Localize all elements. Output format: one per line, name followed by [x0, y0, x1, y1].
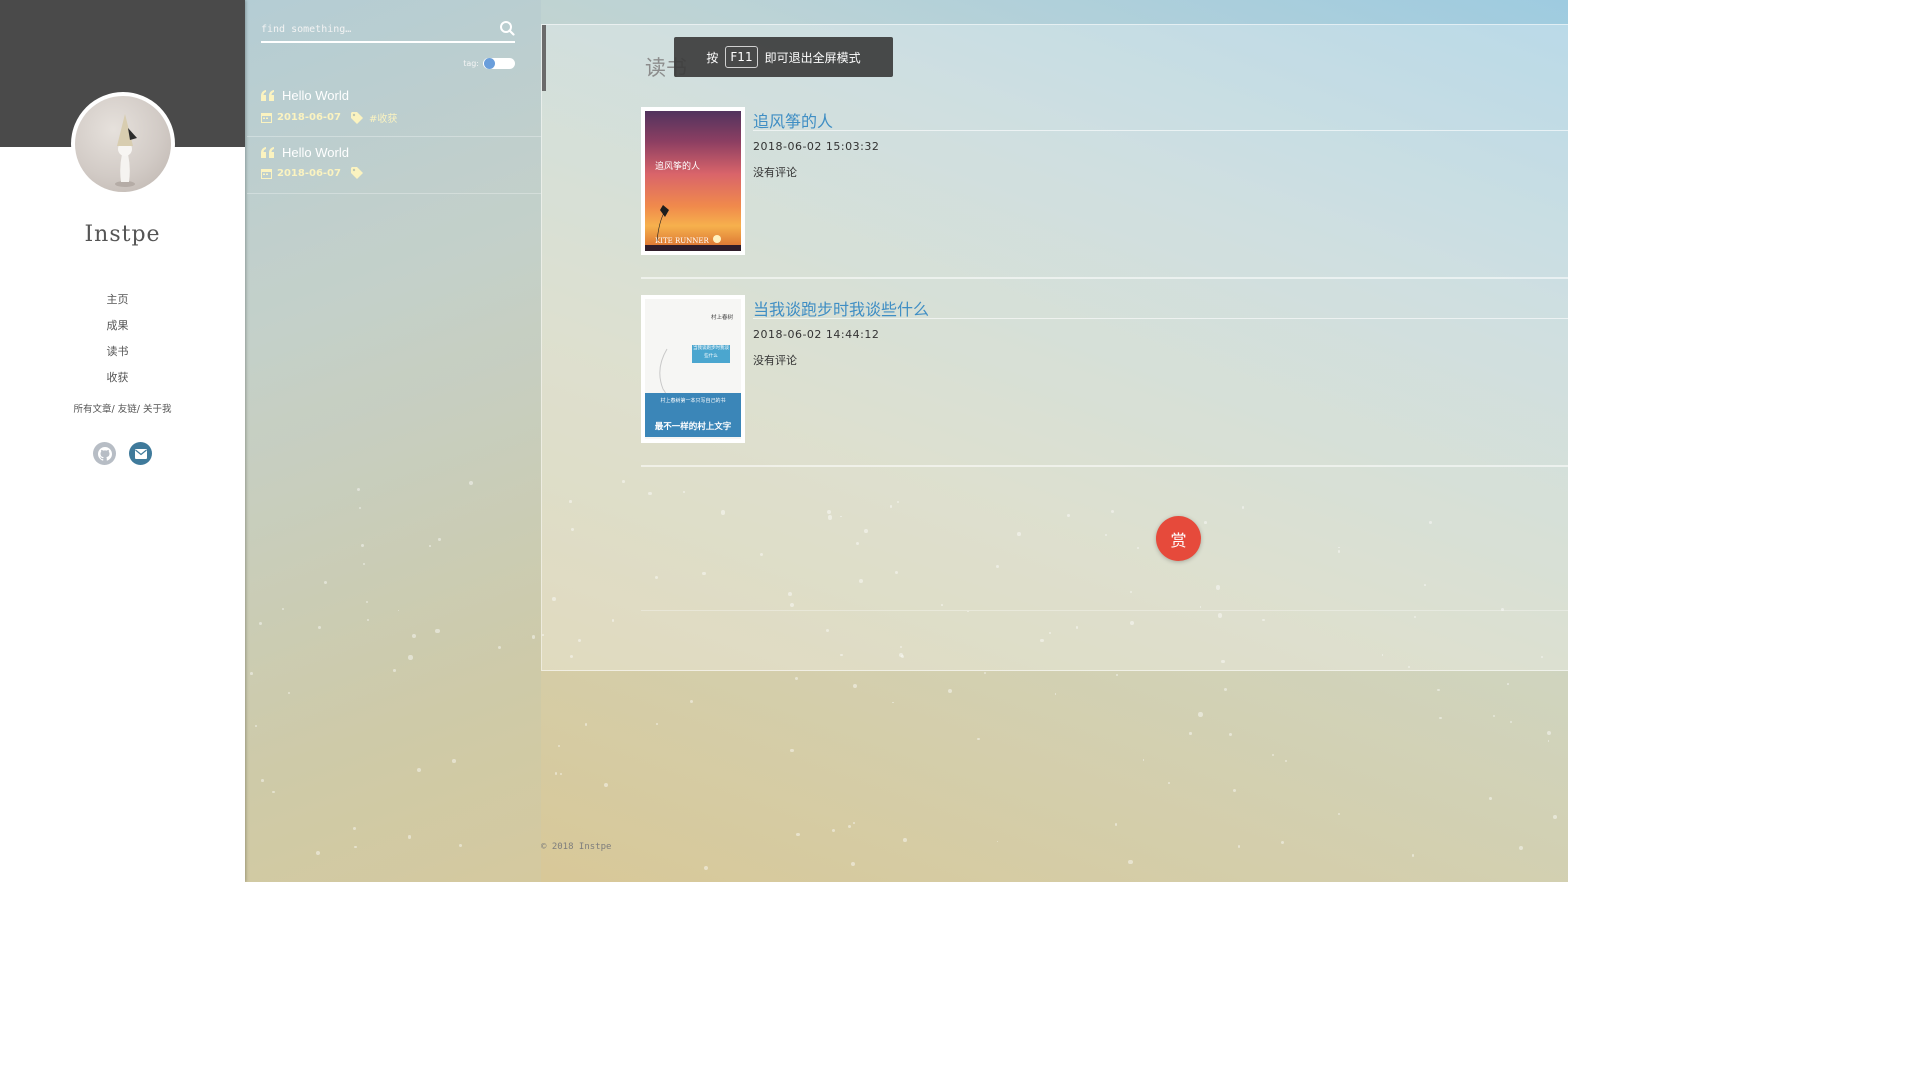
post-meta: 2018-06-07 #收获 [261, 110, 397, 125]
github-icon [97, 446, 112, 461]
avatar[interactable] [71, 92, 175, 196]
mail-button[interactable] [129, 442, 152, 465]
post-title[interactable]: Hello World [282, 145, 349, 160]
reward-button[interactable]: 赏 [1156, 516, 1201, 561]
book-comments[interactable]: 没有评论 [753, 352, 797, 368]
post-meta: 2018-06-07 [261, 167, 369, 179]
cover-blurb: 村上春树第一本只写自己的书 [660, 398, 726, 404]
book-cover[interactable]: 追风筝的人 KITE RUNNER [641, 107, 745, 255]
cover-tagline: 最不一样的村上文字 [654, 422, 732, 432]
book-title-link[interactable]: 追风筝的人 [753, 108, 1568, 131]
nav-item-achievements[interactable]: 成果 [0, 317, 235, 343]
post-list-item[interactable]: Hello World 2018-06-07 [247, 137, 541, 194]
book-entry: 追风筝的人 KITE RUNNER 追风筝的人 2018-06-02 15:03… [641, 103, 1568, 279]
cover-band: 村上春树第一本只写自己的书 最不一样的村上文字 [645, 393, 741, 437]
post-list-item[interactable]: Hello World 2018-06-07 #收获 [247, 80, 541, 137]
link-separator: / [136, 404, 140, 415]
tag-toggle[interactable] [483, 57, 515, 69]
book-comments[interactable]: 没有评论 [753, 164, 797, 180]
post-title-row: Hello World [261, 88, 349, 103]
book-date: 2018-06-02 14:44:12 [753, 328, 880, 341]
tag-icon [350, 111, 363, 124]
nav-item-harvest[interactable]: 收获 [0, 369, 235, 395]
toast-key: F11 [725, 46, 758, 68]
tag-filter: tag: [463, 56, 515, 70]
sidebar-nav: 主页 成果 读书 收获 [0, 291, 235, 395]
toast-suffix: 即可退出全屏模式 [764, 50, 861, 65]
sidebar-links: 所有文章/ 友链/ 关于我 [0, 401, 245, 415]
nav-item-reading[interactable]: 读书 [0, 343, 235, 369]
link-all-articles[interactable]: 所有文章 [73, 404, 111, 415]
sidebar: Instpe 主页 成果 读书 收获 所有文章/ 友链/ 关于我 [0, 0, 245, 882]
quote-icon [261, 90, 274, 101]
calendar-icon [261, 113, 272, 123]
book-entry: 村上春树 当我谈跑步时我谈些什么 村上春树第一本只写自己的书 最不一样的村上文字… [641, 291, 1568, 467]
post-title[interactable]: Hello World [282, 88, 349, 103]
quote-icon [261, 147, 274, 158]
content-divider [641, 610, 1568, 611]
mail-icon [134, 448, 147, 459]
blogger-name: Instpe [84, 222, 161, 247]
search-icon[interactable] [499, 20, 515, 36]
main-accent-bar [542, 25, 546, 91]
book-date: 2018-06-02 15:03:32 [753, 140, 880, 153]
search-bar [261, 18, 515, 43]
post-tag[interactable]: #收获 [369, 110, 397, 125]
search-input[interactable] [261, 20, 486, 38]
toast-prefix: 按 [706, 50, 719, 65]
main-content: 读书 追风筝的人 KITE RUNNER 追风筝的人 2018-06-02 15… [541, 24, 1568, 671]
link-separator: / [111, 404, 115, 415]
calendar-icon [261, 168, 272, 179]
post-list-panel: tag: Hello World 2018-06-07 #收获 Hello Wo… [247, 0, 541, 882]
book-cover-image: 追风筝的人 KITE RUNNER [645, 111, 741, 251]
book-cover[interactable]: 村上春树 当我谈跑步时我谈些什么 村上春树第一本只写自己的书 最不一样的村上文字 [641, 295, 745, 443]
post-date: 2018-06-07 [277, 167, 341, 179]
link-friends[interactable]: 友链 [118, 404, 137, 415]
tag-icon [350, 167, 363, 179]
footer-copyright: © 2018 Instpe [541, 842, 612, 852]
toggle-knob [484, 57, 495, 69]
nav-item-home[interactable]: 主页 [0, 291, 235, 317]
avatar-image [75, 96, 171, 192]
book-cover-image: 村上春树 当我谈跑步时我谈些什么 村上春树第一本只写自己的书 最不一样的村上文字 [645, 299, 741, 439]
fullscreen-toast: 按 F11 即可退出全屏模式 [674, 37, 893, 77]
post-title-row: Hello World [261, 145, 349, 160]
github-button[interactable] [93, 442, 116, 465]
social-links [93, 442, 152, 465]
tag-label: tag: [463, 58, 479, 68]
post-date: 2018-06-07 [277, 112, 341, 123]
book-title-link[interactable]: 当我谈跑步时我谈些什么 [753, 296, 1568, 319]
link-about-me[interactable]: 关于我 [143, 404, 172, 415]
page-root: Instpe 主页 成果 读书 收获 所有文章/ 友链/ 关于我 tag: [0, 0, 1568, 882]
